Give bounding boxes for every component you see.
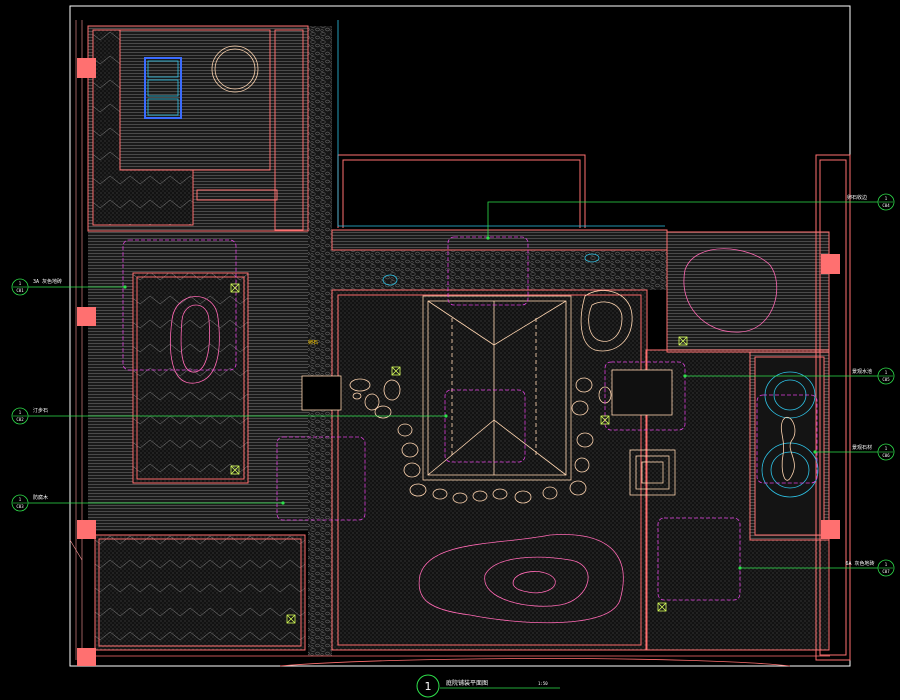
callout-label: 景观水池 (852, 368, 872, 375)
drawing-title-block: 1 庭院铺装平面图 1:50 (416, 674, 560, 698)
callout-sheet: C01 (16, 288, 24, 293)
callout-left-3: 1 C03 防腐木 (11, 494, 48, 512)
bottom-edge (88, 655, 830, 667)
callout-label: 3A 灰色地砖 (33, 278, 62, 285)
callout-sheet: C04 (882, 203, 890, 208)
callout-label: 卵石收边 (847, 194, 867, 201)
callout-label: 防腐木 (33, 494, 48, 501)
callout-label: 6A 灰色地砖 (845, 560, 874, 567)
drawing-title: 庭院铺装平面图 (446, 679, 488, 687)
landscape-plan-drawing: 卵石 1 C01 3A 灰色地砖 1 C02 汀步石 1 C03 防腐木 1 C… (11, 5, 895, 698)
inline-pebble-label: 卵石 (308, 339, 318, 346)
callout-label: 景观石材 (852, 444, 872, 451)
callout-sheet: C03 (16, 504, 24, 509)
callout-sheet: C06 (882, 453, 890, 458)
callout-sheet: C02 (16, 417, 24, 422)
cyan-boundary-lines (337, 20, 665, 227)
callout-left-2: 1 C02 汀步石 (11, 407, 48, 425)
view-number: 1 (425, 680, 432, 693)
drawing-scale: 1:50 (538, 681, 548, 686)
callout-sheet: C05 (882, 377, 890, 382)
left-edge-detail (69, 20, 83, 660)
callout-label: 汀步石 (33, 407, 48, 414)
callout-sheet: C07 (882, 569, 890, 574)
callout-left-1: 1 C01 3A 灰色地砖 (11, 278, 62, 296)
